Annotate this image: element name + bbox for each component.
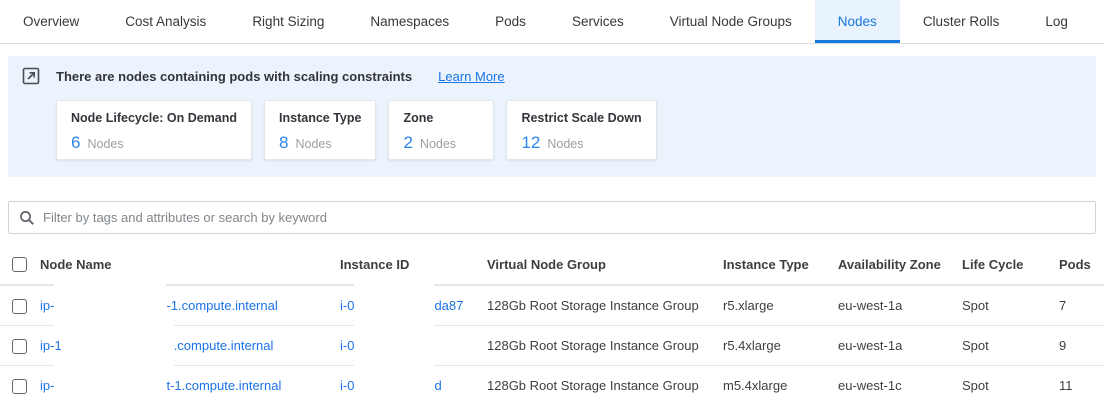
row-checkbox[interactable] bbox=[12, 379, 27, 394]
tab-nodes[interactable]: Nodes bbox=[815, 0, 900, 43]
card-unit: Nodes bbox=[295, 137, 331, 151]
card-instance-type[interactable]: Instance Type 8 Nodes bbox=[264, 100, 376, 160]
search-icon bbox=[19, 210, 35, 226]
constraint-cards: Node Lifecycle: On Demand 6 Nodes Instan… bbox=[56, 100, 1082, 160]
availability-zone-cell: eu-west-1a bbox=[838, 338, 962, 353]
instance-id-link[interactable]: i-0d bbox=[340, 363, 487, 404]
virtual-node-group-cell: 128Gb Root Storage Instance Group bbox=[487, 378, 723, 393]
table-row: ip-t-1.compute.internal i-0d 128Gb Root … bbox=[0, 365, 1104, 404]
column-header-node-name: Node Name bbox=[40, 257, 340, 272]
card-restrict-scale-down[interactable]: Restrict Scale Down 12 Nodes bbox=[506, 100, 656, 160]
search-input[interactable] bbox=[43, 210, 1085, 225]
life-cycle-cell: Spot bbox=[962, 378, 1055, 393]
pods-count-cell: 9 bbox=[1055, 338, 1104, 353]
learn-more-link[interactable]: Learn More bbox=[438, 69, 504, 84]
banner-message: There are nodes containing pods with sca… bbox=[56, 69, 412, 84]
tab-overview[interactable]: Overview bbox=[0, 0, 102, 43]
tab-right-sizing[interactable]: Right Sizing bbox=[229, 0, 347, 43]
column-header-pods: Pods bbox=[1055, 257, 1104, 272]
table-row: ip-1.compute.internal i-0 128Gb Root Sto… bbox=[0, 325, 1104, 365]
card-title: Restrict Scale Down bbox=[521, 111, 641, 125]
card-node-lifecycle-on-demand[interactable]: Node Lifecycle: On Demand 6 Nodes bbox=[56, 100, 252, 160]
table-row: ip--1.compute.internal i-0da87 128Gb Roo… bbox=[0, 285, 1104, 325]
card-zone[interactable]: Zone 2 Nodes bbox=[388, 100, 494, 160]
availability-zone-cell: eu-west-1a bbox=[838, 298, 962, 313]
tab-log[interactable]: Log bbox=[1022, 0, 1091, 43]
redaction-box bbox=[354, 363, 434, 404]
card-unit: Nodes bbox=[547, 137, 583, 151]
availability-zone-cell: eu-west-1c bbox=[838, 378, 962, 393]
column-header-instance-type: Instance Type bbox=[723, 257, 838, 272]
select-all-checkbox[interactable] bbox=[12, 257, 27, 272]
card-unit: Nodes bbox=[87, 137, 123, 151]
virtual-node-group-cell: 128Gb Root Storage Instance Group bbox=[487, 338, 723, 353]
card-count: 2 bbox=[403, 133, 412, 153]
pods-count-cell: 11 bbox=[1055, 378, 1104, 393]
tab-services[interactable]: Services bbox=[549, 0, 647, 43]
card-title: Zone bbox=[403, 111, 479, 125]
redaction-box bbox=[54, 363, 166, 404]
card-unit: Nodes bbox=[420, 137, 456, 151]
column-header-virtual-node-group: Virtual Node Group bbox=[487, 257, 723, 272]
column-header-instance-id: Instance ID bbox=[340, 257, 487, 272]
card-count: 6 bbox=[71, 133, 80, 153]
tab-cost-analysis[interactable]: Cost Analysis bbox=[102, 0, 229, 43]
pods-count-cell: 7 bbox=[1055, 298, 1104, 313]
filter-search-box bbox=[8, 201, 1096, 234]
nodes-table: Node Name Instance ID Virtual Node Group… bbox=[0, 244, 1104, 404]
life-cycle-cell: Spot bbox=[962, 298, 1055, 313]
card-count: 12 bbox=[521, 133, 540, 153]
row-checkbox[interactable] bbox=[12, 299, 27, 314]
column-header-availability-zone: Availability Zone bbox=[838, 257, 962, 272]
column-header-life-cycle: Life Cycle bbox=[962, 257, 1055, 272]
card-count: 8 bbox=[279, 133, 288, 153]
cluster-tab-bar: Overview Cost Analysis Right Sizing Name… bbox=[0, 0, 1104, 44]
row-checkbox[interactable] bbox=[12, 339, 27, 354]
instance-type-cell: r5.xlarge bbox=[723, 298, 838, 313]
tab-pods[interactable]: Pods bbox=[472, 0, 549, 43]
node-name-link[interactable]: ip-t-1.compute.internal bbox=[40, 363, 340, 404]
instance-type-cell: r5.4xlarge bbox=[723, 338, 838, 353]
instance-type-cell: m5.4xlarge bbox=[723, 378, 838, 393]
card-title: Node Lifecycle: On Demand bbox=[71, 111, 237, 125]
tab-virtual-node-groups[interactable]: Virtual Node Groups bbox=[647, 0, 815, 43]
tab-cluster-rolls[interactable]: Cluster Rolls bbox=[900, 0, 1023, 43]
scaling-constraints-banner: There are nodes containing pods with sca… bbox=[8, 56, 1096, 177]
scale-out-external-link-icon bbox=[22, 67, 40, 85]
virtual-node-group-cell: 128Gb Root Storage Instance Group bbox=[487, 298, 723, 313]
table-header-row: Node Name Instance ID Virtual Node Group… bbox=[0, 244, 1104, 285]
tab-namespaces[interactable]: Namespaces bbox=[347, 0, 472, 43]
card-title: Instance Type bbox=[279, 111, 361, 125]
life-cycle-cell: Spot bbox=[962, 338, 1055, 353]
